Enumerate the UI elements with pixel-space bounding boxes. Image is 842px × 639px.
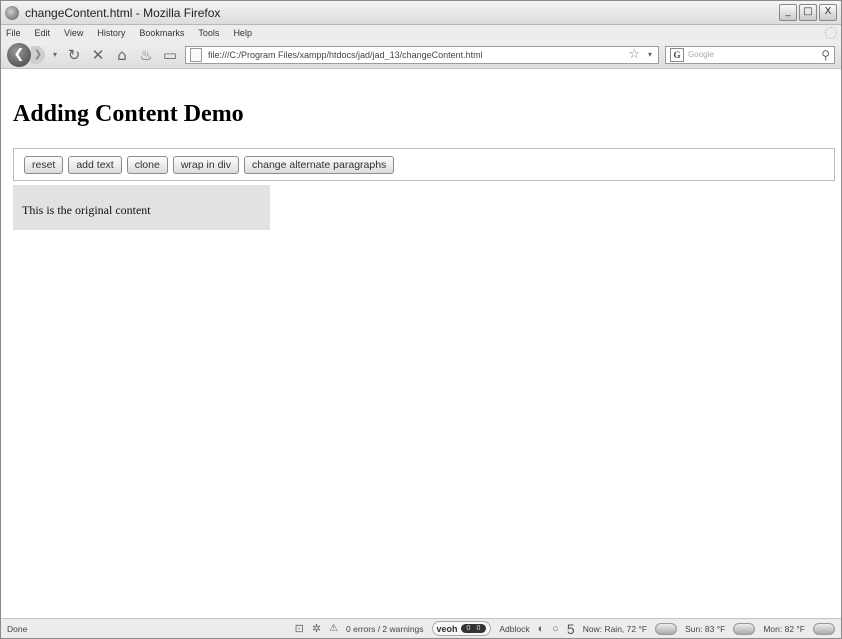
addon-icon[interactable]: ♨ (137, 46, 155, 64)
stop-icon[interactable]: ✕ (89, 46, 107, 64)
page-icon (190, 47, 202, 62)
content-paragraph: This is the original content (22, 203, 151, 217)
reset-button[interactable]: reset (24, 155, 64, 174)
reload-icon[interactable]: ↻ (65, 46, 83, 64)
shield-icon[interactable]: ◐ (538, 623, 545, 635)
add-text-button[interactable]: add text (68, 155, 122, 174)
menu-file[interactable]: File (6, 28, 21, 38)
close-button[interactable]: X (819, 4, 837, 21)
url-dropdown-icon[interactable]: ▾ (646, 50, 654, 59)
bookmark-star-icon[interactable]: ☆ (628, 47, 640, 62)
cloud-icon (733, 622, 756, 635)
adblock-label[interactable]: Adblock (499, 624, 529, 634)
status-bar: Done ⊡ ✲ ⚠ 0 errors / 2 warnings veoh 0 … (1, 618, 841, 638)
weather-mon[interactable]: Mon: 82 °F (763, 624, 805, 634)
search-icon[interactable]: ⚲ (821, 48, 830, 62)
veoh-count-2: 0 (476, 625, 481, 632)
weather-sun[interactable]: Sun: 83 °F (685, 624, 725, 634)
rain-cloud-icon (655, 622, 678, 635)
title-bar: changeContent.html - Mozilla Firefox _ □… (1, 1, 841, 25)
page-title: Adding Content Demo (13, 101, 244, 127)
clone-button[interactable]: clone (126, 155, 168, 174)
browser-window: changeContent.html - Mozilla Firefox _ □… (0, 0, 842, 639)
search-engine-icon[interactable]: G (670, 47, 684, 62)
menu-history[interactable]: History (97, 28, 125, 38)
menu-help[interactable]: Help (233, 28, 252, 38)
menu-tools[interactable]: Tools (198, 28, 219, 38)
partly-cloudy-icon (813, 622, 835, 635)
content-div: This is the original content (13, 185, 270, 230)
minimize-button[interactable]: _ (779, 4, 797, 21)
error-count[interactable]: 0 errors / 2 warnings (346, 624, 423, 634)
search-input[interactable]: Google (688, 50, 817, 59)
navigation-toolbar: ❮ ❯ ▾ ↻ ✕ ⌂ ♨ ▭ file:///C:/Program Files… (1, 41, 841, 69)
menu-view[interactable]: View (64, 28, 83, 38)
menu-bookmarks[interactable]: Bookmarks (139, 28, 184, 38)
veoh-count-1: 0 (466, 625, 471, 632)
firefox-logo-icon (5, 5, 19, 20)
veoh-widget[interactable]: veoh 0 0 (431, 621, 492, 636)
page-content: Adding Content Demo reset add text clone… (1, 97, 841, 618)
veoh-logo: veoh (436, 623, 458, 634)
warning-icon[interactable]: ⚠ (329, 623, 338, 634)
forward-button[interactable]: ❯ (31, 45, 45, 64)
weather-now[interactable]: Now: Rain, 72 °F (583, 624, 647, 634)
window-controls: _ □ X (779, 4, 841, 21)
screen-capture-icon[interactable]: ⊡ (295, 622, 304, 635)
circle-icon[interactable]: ○ (552, 623, 559, 635)
history-dropdown-icon[interactable]: ▾ (51, 50, 59, 59)
status-text: Done (7, 623, 28, 634)
url-text[interactable]: file:///C:/Program Files/xampp/htdocs/ja… (208, 50, 622, 60)
window-title: changeContent.html - Mozilla Firefox (25, 5, 221, 20)
home-icon[interactable]: ⌂ (113, 46, 131, 64)
throbber-icon (825, 27, 837, 39)
maximize-button[interactable]: □ (799, 4, 817, 21)
back-button[interactable]: ❮ (7, 42, 31, 67)
menu-bar: File Edit View History Bookmarks Tools H… (1, 25, 841, 41)
search-bar[interactable]: G Google ⚲ (665, 45, 835, 64)
button-panel: reset add text clone wrap in div change … (13, 148, 835, 181)
address-bar[interactable]: file:///C:/Program Files/xampp/htdocs/ja… (185, 45, 659, 64)
firebug-icon[interactable]: ✲ (312, 622, 321, 635)
bookmark-tab-icon[interactable]: ▭ (161, 46, 179, 64)
veoh-counter: 0 0 (460, 624, 487, 633)
change-alternate-paragraphs-button[interactable]: change alternate paragraphs (244, 155, 395, 174)
menu-edit[interactable]: Edit (35, 28, 51, 38)
counter-badge[interactable]: 5 (567, 621, 575, 637)
wrap-in-div-button[interactable]: wrap in div (172, 155, 240, 174)
